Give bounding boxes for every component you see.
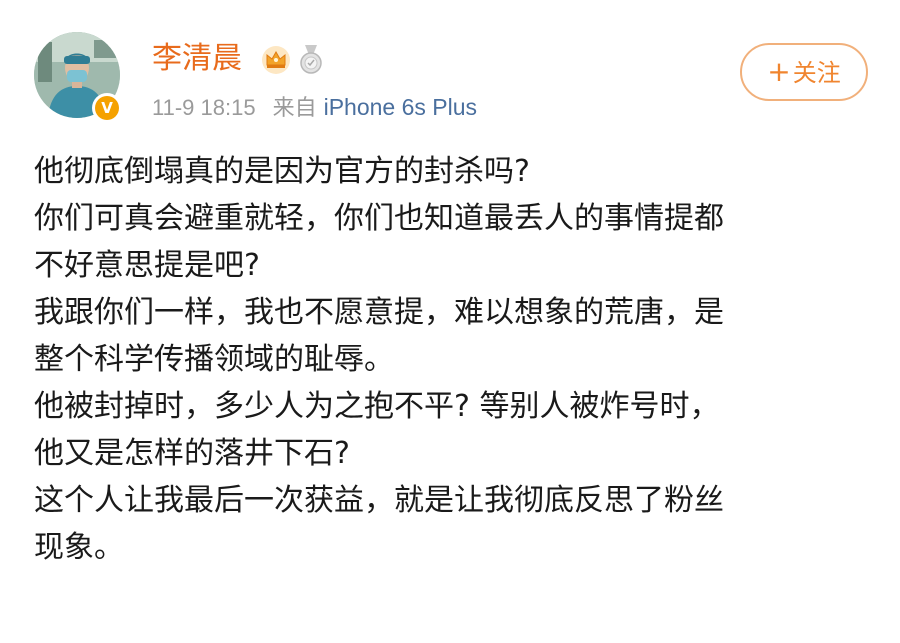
post-header: V 李清晨 11-9 18:15 来自 iPhone 6s Plus +关注	[0, 0, 900, 140]
source-device-link[interactable]: iPhone 6s Plus	[324, 94, 477, 120]
post-meta: 11-9 18:15 来自 iPhone 6s Plus	[152, 92, 477, 124]
post-text-line: 他被封掉时，多少人为之抱不平? 等别人被炸号时，	[34, 389, 720, 424]
post-text-line: 现象。	[34, 530, 124, 565]
follow-button[interactable]: +关注	[740, 43, 868, 101]
follow-label: 关注	[792, 59, 841, 87]
post-text-line: 他彻底倒塌真的是因为官方的封杀吗?	[34, 154, 530, 189]
plus-icon: +	[767, 55, 791, 88]
post-text-line: 整个科学传播领域的耻辱。	[34, 342, 394, 377]
post-body: 他彻底倒塌真的是因为官方的封杀吗? 你们可真会避重就轻，你们也知道最丢人的事情提…	[34, 148, 874, 571]
verified-v-icon: V	[92, 93, 122, 123]
post-text-line: 你们可真会避重就轻，你们也知道最丢人的事情提都	[34, 201, 724, 236]
post-text-line: 我跟你们一样，我也不愿意提，难以想象的荒唐，是	[34, 295, 724, 330]
post-text-line: 不好意思提是吧?	[34, 248, 260, 283]
post-text-line: 他又是怎样的落井下石?	[34, 436, 350, 471]
source-prefix: 来自	[272, 96, 317, 121]
post-time: 11-9 18:15	[152, 95, 256, 120]
medal-icon[interactable]	[297, 43, 325, 75]
crown-vip-icon[interactable]	[261, 44, 291, 74]
author-name[interactable]: 李清晨	[152, 40, 242, 78]
post-text-line: 这个人让我最后一次获益，就是让我彻底反思了粉丝	[34, 483, 724, 518]
